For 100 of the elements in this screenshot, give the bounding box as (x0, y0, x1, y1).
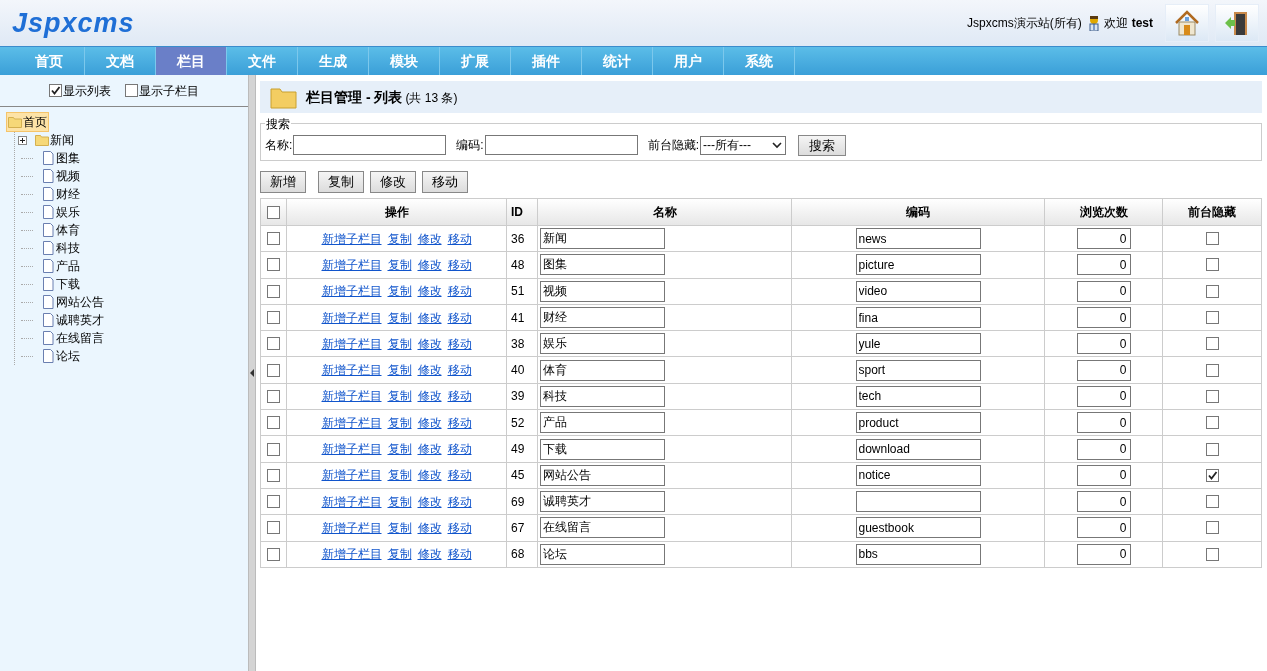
checkbox[interactable] (267, 389, 280, 403)
input-field[interactable]: 0 (1076, 491, 1131, 513)
checkbox[interactable] (267, 416, 280, 430)
checkbox[interactable] (1205, 311, 1219, 325)
checkbox[interactable] (267, 363, 280, 377)
checkbox[interactable] (1205, 363, 1219, 377)
checkbox[interactable] (267, 232, 280, 246)
action-link[interactable]: 复制 (387, 413, 412, 432)
input-field[interactable]: fina (855, 307, 981, 329)
checkbox[interactable] (1205, 284, 1219, 298)
logout-button[interactable] (1215, 4, 1259, 42)
tree-item[interactable]: 首页 (6, 112, 49, 132)
tree-item[interactable]: 网站公告 (39, 292, 106, 312)
action-link[interactable]: 复制 (387, 334, 412, 353)
action-link[interactable]: 修改 (417, 545, 442, 564)
input-field[interactable]: 0 (1076, 359, 1131, 381)
tree-item[interactable]: 诚聘英才 (39, 310, 106, 330)
checkbox[interactable] (1205, 232, 1219, 246)
action-button[interactable]: 复制 (318, 171, 364, 193)
action-link[interactable]: 移动 (447, 282, 472, 301)
input-field[interactable]: 论坛 (540, 543, 665, 565)
action-link[interactable]: 移动 (447, 466, 472, 485)
action-link[interactable]: 移动 (447, 308, 472, 327)
input-field[interactable]: 财经 (540, 307, 665, 329)
action-link[interactable]: 新增子栏目 (321, 466, 382, 485)
tree-item[interactable]: 下载 (39, 274, 82, 294)
collapse-arrow-icon[interactable] (249, 369, 255, 377)
checkbox[interactable] (1205, 521, 1219, 535)
input-field[interactable]: 产品 (540, 412, 665, 434)
action-link[interactable]: 复制 (387, 518, 412, 537)
checkbox[interactable] (125, 84, 138, 97)
input-field[interactable]: 网站公告 (540, 464, 665, 486)
input-field[interactable]: 0 (1076, 307, 1131, 329)
input-field[interactable]: 0 (1076, 254, 1131, 276)
checkbox[interactable] (267, 337, 280, 351)
input-field[interactable]: 新闻 (540, 228, 665, 250)
action-link[interactable]: 复制 (387, 466, 412, 485)
home-button[interactable] (1165, 4, 1209, 42)
checkbox[interactable] (267, 284, 280, 298)
dropdown[interactable]: ---所有--- (700, 135, 787, 155)
input-field[interactable]: 科技 (540, 385, 665, 407)
action-link[interactable]: 新增子栏目 (321, 255, 382, 274)
action-link[interactable]: 新增子栏目 (321, 282, 382, 301)
checkbox[interactable] (267, 258, 280, 272)
action-link[interactable]: 复制 (387, 361, 412, 380)
input-field[interactable]: 0 (1076, 228, 1131, 250)
action-link[interactable]: 复制 (387, 387, 412, 406)
nav-tab[interactable]: 栏目 (156, 47, 227, 75)
action-link[interactable]: 移动 (447, 361, 472, 380)
action-link[interactable]: 复制 (387, 492, 412, 511)
checkbox[interactable] (1205, 258, 1219, 272)
action-link[interactable]: 新增子栏目 (321, 308, 382, 327)
action-link[interactable]: 复制 (387, 229, 412, 248)
option-label[interactable]: 显示子栏目 (139, 81, 199, 100)
input-field[interactable]: guestbook (855, 517, 981, 539)
tree-item[interactable]: 体育 (39, 220, 82, 240)
checkbox[interactable] (49, 84, 62, 97)
action-button[interactable]: 新增 (260, 171, 306, 193)
action-link[interactable]: 新增子栏目 (321, 492, 382, 511)
tree-item[interactable]: 娱乐 (39, 202, 82, 222)
tree-item[interactable]: 论坛 (39, 346, 82, 366)
checkbox[interactable] (267, 442, 280, 456)
action-link[interactable]: 新增子栏目 (321, 387, 382, 406)
tree-item[interactable]: 产品 (39, 256, 82, 276)
input-field[interactable]: 在线留言 (540, 517, 665, 539)
input-field[interactable]: 体育 (540, 359, 665, 381)
tree-item[interactable]: 科技 (39, 238, 82, 258)
action-link[interactable]: 修改 (417, 334, 442, 353)
action-link[interactable]: 复制 (387, 255, 412, 274)
action-link[interactable]: 修改 (417, 361, 442, 380)
checkbox[interactable] (1205, 547, 1219, 561)
action-link[interactable]: 修改 (417, 229, 442, 248)
input-field[interactable]: 0 (1076, 464, 1131, 486)
action-link[interactable]: 复制 (387, 308, 412, 327)
tree-item[interactable]: 视频 (39, 166, 82, 186)
input-field[interactable]: sport (855, 359, 981, 381)
action-link[interactable]: 新增子栏目 (321, 545, 382, 564)
input-field[interactable]: tech (855, 385, 981, 407)
action-link[interactable]: 新增子栏目 (321, 440, 382, 458)
input-field[interactable]: bbs (855, 543, 981, 565)
input-field[interactable] (855, 491, 981, 513)
checkbox[interactable] (1205, 416, 1219, 430)
input-field[interactable]: 0 (1076, 543, 1131, 565)
input-field[interactable]: video (855, 280, 981, 302)
action-link[interactable]: 修改 (417, 387, 442, 406)
action-link[interactable]: 修改 (417, 255, 442, 274)
checkbox[interactable] (267, 468, 280, 482)
search-button[interactable]: 搜索 (798, 134, 847, 156)
input-field[interactable]: 娱乐 (540, 333, 665, 355)
input-field[interactable]: 诚聘英才 (540, 491, 665, 513)
tree-item[interactable]: 财经 (39, 184, 82, 204)
expand-icon[interactable] (18, 135, 27, 145)
input-field[interactable]: product (855, 412, 981, 434)
action-link[interactable]: 复制 (387, 545, 412, 564)
input-field[interactable] (293, 135, 447, 155)
action-link[interactable]: 新增子栏目 (321, 334, 382, 353)
action-link[interactable]: 移动 (447, 387, 472, 406)
tree-item[interactable]: 在线留言 (39, 328, 106, 348)
action-button[interactable]: 移动 (422, 171, 468, 193)
input-field[interactable] (484, 135, 638, 155)
